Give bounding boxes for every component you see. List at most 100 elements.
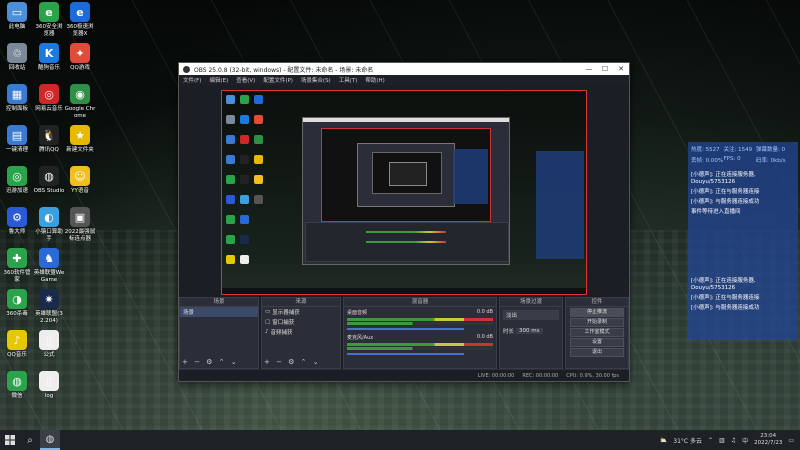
menu-view[interactable]: 查看(V) <box>232 76 259 84</box>
desktop-icon[interactable]: ♪ QQ音乐 <box>1 330 33 359</box>
app-icon: 🐧 <box>39 125 59 145</box>
duration-input[interactable]: 300 ms <box>516 328 543 334</box>
notification-icon[interactable]: ▭ <box>788 437 794 444</box>
desktop-icon-label: QQ游戏 <box>70 65 90 71</box>
menu-profile[interactable]: 配置文件(P) <box>259 76 297 84</box>
desktop-icon[interactable]: ★ 新建文件夹 <box>64 125 96 154</box>
network-icon[interactable]: ▥ <box>719 437 725 444</box>
menu-edit[interactable]: 编辑(E) <box>205 76 232 84</box>
desktop-icon[interactable]: ✷ 英雄联盟(32.204) <box>33 289 65 325</box>
menu-tools[interactable]: 工具(T) <box>335 76 362 84</box>
desktop-icon[interactable]: ▯ log <box>33 371 65 400</box>
app-icon: ◑ <box>7 289 27 309</box>
volume-slider[interactable] <box>347 353 464 355</box>
desktop-icon[interactable]: ◍ 微信 <box>1 371 33 400</box>
close-button[interactable]: ✕ <box>613 65 629 73</box>
minimize-button[interactable]: — <box>581 65 597 73</box>
scene-item[interactable]: 场景 <box>180 307 258 317</box>
desktop-icon[interactable]: ⚙ 鲁大师 <box>1 207 33 236</box>
desktop-icon-label: 360杀毒 <box>6 311 28 317</box>
obs-preview-area[interactable] <box>179 85 629 297</box>
captured-obs-docks <box>305 222 509 262</box>
desktop-icon[interactable]: ♞ 英雄联盟WeGame <box>33 248 65 284</box>
app-icon: ◐ <box>39 207 59 227</box>
windows-logo-icon <box>5 435 15 445</box>
desktop-icon[interactable]: e 360极速浏览器X <box>64 2 96 38</box>
start-recording-button[interactable]: 开始录制 <box>570 318 624 327</box>
exit-button[interactable]: 退出 <box>570 348 624 357</box>
desktop-icon[interactable]: ▦ 控制面板 <box>1 84 33 113</box>
volume-icon[interactable]: ♫ <box>731 437 736 444</box>
source-item[interactable]: ♪ 音频捕获 <box>262 327 340 337</box>
transition-select[interactable]: 淡出 <box>503 310 559 320</box>
volume-slider[interactable] <box>347 328 464 330</box>
desktop-icon[interactable]: ✦ QQ游戏 <box>64 43 96 72</box>
preview-canvas[interactable] <box>221 90 587 295</box>
captured-desktop-icon <box>240 215 249 224</box>
desktop-icon[interactable]: ◉ Google Chrome <box>64 84 96 120</box>
desktop-icon[interactable]: ◑ 360杀毒 <box>1 289 33 318</box>
desktop-icon[interactable]: ◎ 网易云音乐 <box>33 84 65 113</box>
captured-desktop-icon <box>226 255 235 264</box>
captured-desktop-icon <box>240 235 249 244</box>
app-icon: ▭ <box>7 2 27 22</box>
app-icon: ✦ <box>70 43 90 63</box>
desktop-icon-label: 英雄联盟WeGame <box>33 270 65 283</box>
search-icon[interactable]: ⌕ <box>20 430 40 450</box>
obs-titlebar[interactable]: OBS 25.0.8 (32-bit, windows) - 配置文件: 未命名… <box>179 63 629 75</box>
volume-meter <box>347 322 493 325</box>
source-item[interactable]: ▭ 显示器捕获 <box>262 307 340 317</box>
sources-dock-toolbar[interactable]: + − ⚙ ⌃ ⌄ <box>264 358 321 366</box>
desktop-icon[interactable]: ▭ 此电脑 <box>1 2 33 31</box>
desktop-icon-label: 英雄联盟(32.204) <box>35 311 63 324</box>
menu-file[interactable]: 文件(F) <box>179 76 205 84</box>
captured-obs-titlebar <box>303 118 509 122</box>
desktop-icon[interactable]: ▣ 2022最强鼠标连点器 <box>64 207 96 243</box>
source-item[interactable]: ▢ 窗口捕获 <box>262 317 340 327</box>
maximize-button[interactable]: ☐ <box>597 65 613 73</box>
desktop-icon[interactable]: ◐ 小猿口算助手 <box>33 207 65 243</box>
studio-mode-button[interactable]: 工作室模式 <box>570 328 624 337</box>
captured-desktop-icon <box>254 135 263 144</box>
desktop-icon[interactable]: 🐧 腾讯QQ <box>33 125 65 154</box>
clock[interactable]: 23:04 2022/7/23 <box>754 433 782 447</box>
app-icon: ▯ <box>39 330 59 350</box>
stop-streaming-button[interactable]: 停止推流 <box>570 308 624 317</box>
mixer-track-mic: 麦克风/Aux 0.0 dB <box>344 332 496 357</box>
input-language[interactable]: 中 <box>742 436 748 445</box>
app-icon: ▣ <box>70 207 90 227</box>
source-label: 窗口捕获 <box>272 320 295 326</box>
desktop-icon[interactable]: ☺ YY语音 <box>64 166 96 195</box>
desktop-icon[interactable]: ◍ OBS Studio <box>33 166 65 195</box>
weather-text[interactable]: 31°C 多云 <box>673 436 702 445</box>
obs-dock-area: 场景 场景 + − ⚙ ⌃ ⌄ 来源 ▭ 显示器捕获 ▢ 窗口捕获 ♪ 音频捕获 + … <box>179 297 629 369</box>
tray-chevron-icon[interactable]: ⌃ <box>708 437 713 444</box>
desktop-icon[interactable]: e 360安全浏览器 <box>33 2 65 38</box>
chat-message: [小德声]: 正在连接服务器, Douyu/5753126 <box>691 172 756 185</box>
chat-message: [小德声]: 与服务器连接成功 <box>691 199 760 205</box>
captured-desktop-icon <box>240 195 249 204</box>
settings-button[interactable]: 设置 <box>570 338 624 347</box>
desktop-icon[interactable]: ◎ 迅游加速 <box>1 166 33 195</box>
start-button[interactable] <box>0 430 20 450</box>
danmaku-overlay-panel[interactable]: 热度: 5527 关注: 1549 弹幕数量: 0 丢帧: 0.00% FPS:… <box>688 142 798 340</box>
captured-desktop-icon <box>240 115 249 124</box>
weather-icon[interactable]: ⛅ <box>660 437 667 444</box>
volume-meter <box>347 343 493 346</box>
desktop-icon[interactable]: ♲ 回收站 <box>1 43 33 72</box>
captured-desktop-icon <box>254 115 263 124</box>
captured-taskbar <box>222 288 586 294</box>
menu-scene-collection[interactable]: 场景集合(S) <box>297 76 335 84</box>
scenes-dock-toolbar[interactable]: + − ⚙ ⌃ ⌄ <box>182 358 239 366</box>
desktop-icon[interactable]: K 酷狗音乐 <box>33 43 65 72</box>
desktop-icon[interactable]: ✚ 360软件管家 <box>1 248 33 284</box>
obs-window-title: OBS 25.0.8 (32-bit, windows) - 配置文件: 未命名… <box>194 66 374 74</box>
desktop-icon-label: 微信 <box>11 393 23 399</box>
desktop-icon[interactable]: ▤ 一键清理 <box>1 125 33 154</box>
obs-taskbar-icon[interactable]: ◍ <box>40 430 60 450</box>
menu-help[interactable]: 帮助(H) <box>361 76 388 84</box>
obs-statusbar: LIVE: 00:00:00 REC: 00:00:00 CPU: 0.9%, … <box>179 370 629 381</box>
desktop-icon-label: 新建文件夹 <box>66 147 94 153</box>
desktop-icon-label: 鲁大师 <box>8 229 26 235</box>
desktop-icon[interactable]: ▯ 公式 <box>33 330 65 359</box>
